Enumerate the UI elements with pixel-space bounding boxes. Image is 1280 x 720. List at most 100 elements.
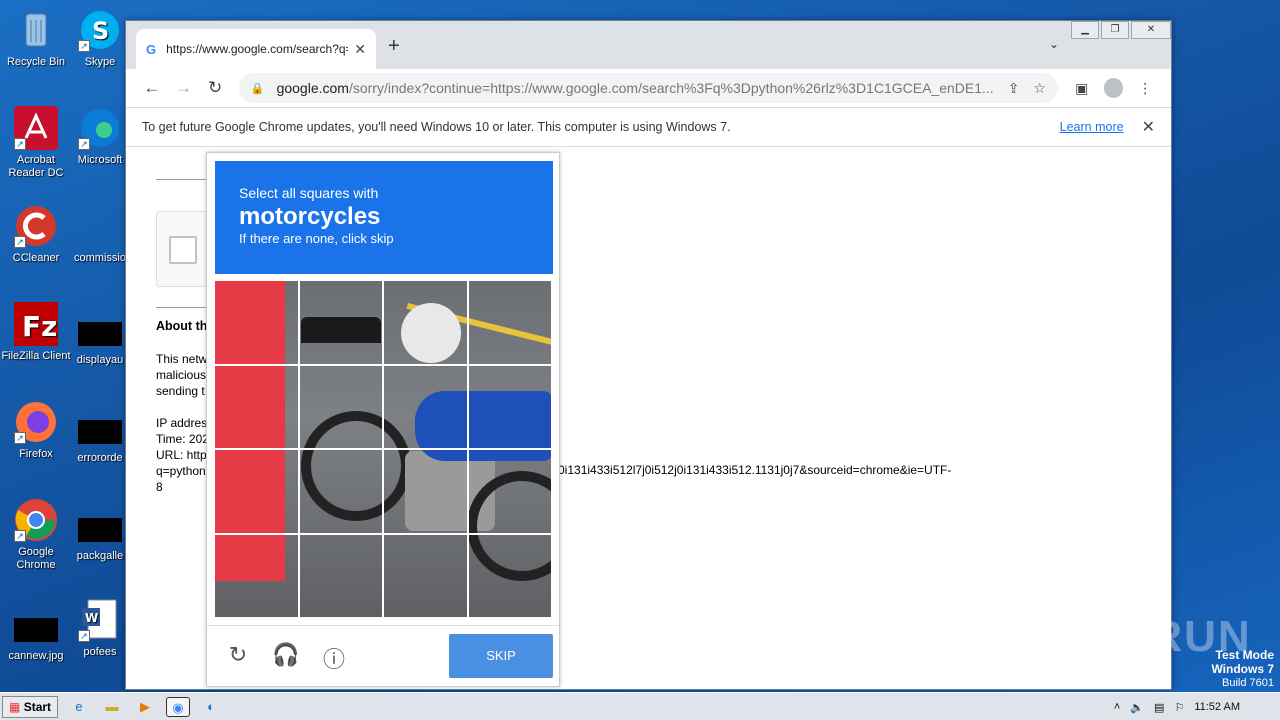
volume-icon[interactable]: 🔈 <box>1130 701 1144 714</box>
grid-tile-4[interactable] <box>468 281 553 366</box>
forward-button[interactable]: → <box>168 78 200 98</box>
about-paragraph: This netw malicious sending t <box>156 352 208 398</box>
challenge-target: motorcycles <box>239 203 381 230</box>
window-controls: ▁ ❐ ✕ <box>1069 21 1171 39</box>
grid-tile-1[interactable] <box>215 281 300 366</box>
recaptcha-challenge: Select all squares with motorcycles If t… <box>206 152 560 687</box>
system-tray: ˄ 🔈 ▤ ⚐ 11:52 AM <box>1104 693 1280 720</box>
info-icon[interactable]: ⓘ <box>319 642 349 674</box>
explorer-taskbar-icon[interactable]: ▬ <box>100 697 124 717</box>
tray-chevron-icon[interactable]: ˄ <box>1114 701 1120 713</box>
grid-tile-9[interactable] <box>215 450 300 535</box>
skype-icon: S ↗ <box>78 8 122 52</box>
grid-tile-11[interactable] <box>384 450 469 535</box>
recaptcha-checkbox[interactable] <box>169 236 197 264</box>
chrome-icon: ↗ <box>14 498 58 542</box>
desktop-icon-label: cannew.jpg <box>8 650 64 662</box>
infobar-close-icon[interactable]: ✕ <box>1142 117 1155 137</box>
grid-tile-10[interactable] <box>299 450 384 535</box>
start-button[interactable]: ▦ Start <box>2 695 59 718</box>
desktop-icon-filezilla[interactable]: Fz FileZilla Client <box>0 302 72 363</box>
network-icon[interactable]: ▤ <box>1154 701 1164 714</box>
desktop-icon-cannew[interactable]: cannew.jpg <box>0 608 72 663</box>
word-doc-icon: W ↗ <box>78 598 122 642</box>
grid-tile-5[interactable] <box>215 365 300 450</box>
acrobat-icon: ↗ <box>14 106 58 150</box>
grid-tile-14[interactable] <box>299 534 384 619</box>
test-mode-label: Test Mode Windows 7 Build 7601 <box>1211 648 1274 689</box>
desktop-icon-acrobat[interactable]: ↗ Acrobat Reader DC <box>0 106 72 180</box>
grid-tile-12[interactable] <box>468 450 553 535</box>
desktop-icon-label: Google Chrome <box>16 546 56 571</box>
filezilla-icon: Fz <box>14 302 58 346</box>
action-center-flag-icon[interactable]: ⚐ <box>1174 701 1184 714</box>
audio-challenge-icon[interactable]: 🎧 <box>271 642 301 668</box>
learn-more-link[interactable]: Learn more <box>1060 120 1124 134</box>
about-heading: About th <box>156 319 208 333</box>
recycle-bin-icon <box>14 8 58 52</box>
address-bar[interactable]: 🔒 google.com/sorry/index?continue=https:… <box>238 73 1058 103</box>
chrome-taskbar-icon[interactable]: ◉ <box>166 696 191 717</box>
grid-tile-2[interactable] <box>299 281 384 366</box>
grid-tile-15[interactable] <box>384 534 469 619</box>
ie-taskbar-icon[interactable]: e <box>67 697 91 717</box>
desktop-icon-recycle-bin[interactable]: Recycle Bin <box>0 8 72 69</box>
svg-text:Fz: Fz <box>22 310 57 343</box>
challenge-header: Select all squares with motorcycles If t… <box>215 161 553 274</box>
tab-close-icon[interactable]: ✕ <box>354 41 366 58</box>
grid-tile-16[interactable] <box>468 534 553 619</box>
edge-icon: ↗ <box>78 106 122 150</box>
tab-title: https://www.google.com/search?q= <box>166 42 349 56</box>
taskbar: ▦ Start e ▬ ▶ ◉ ◐ ˄ 🔈 ▤ ⚐ 11:52 AM <box>0 692 1280 720</box>
skip-button[interactable]: SKIP <box>449 634 553 678</box>
tab-google-search[interactable]: G https://www.google.com/search?q= ✕ <box>136 29 376 69</box>
svg-text:S: S <box>92 17 109 45</box>
desktop-icon-label: Firefox <box>19 448 53 460</box>
share-icon[interactable]: ⇪ <box>1008 80 1020 97</box>
grid-tile-6[interactable] <box>299 365 384 450</box>
side-panel-icon[interactable]: ▣ <box>1066 80 1098 97</box>
desktop-icon-label: FileZilla Client <box>1 350 71 362</box>
tab-search-chevron-icon[interactable]: ⌄ <box>1049 37 1059 51</box>
infobar-message: To get future Google Chrome updates, you… <box>142 120 731 134</box>
update-infobar: To get future Google Chrome updates, you… <box>126 107 1171 147</box>
back-button[interactable]: ← <box>136 78 168 98</box>
new-tab-button[interactable]: + <box>388 35 400 58</box>
reload-button[interactable]: ↻ <box>199 78 231 98</box>
file-icon <box>78 322 122 346</box>
desktop-icon-firefox[interactable]: ↗ Firefox <box>0 400 72 461</box>
file-icon <box>78 204 122 248</box>
minimize-button[interactable]: ▁ <box>1071 21 1099 39</box>
ip-info: IP addres Time: 202 URL: http q=python 8 <box>156 416 209 494</box>
challenge-footer: ↻ 🎧 ⓘ SKIP <box>207 625 559 687</box>
browser-toolbar: ← → ↻ 🔒 google.com/sorry/index?continue=… <box>126 69 1171 107</box>
profile-avatar-icon[interactable] <box>1103 78 1124 98</box>
svg-text:W: W <box>85 611 98 625</box>
grid-tile-7[interactable] <box>384 365 469 450</box>
edge-taskbar-icon[interactable]: ◐ <box>199 697 223 717</box>
menu-kebab-icon[interactable]: ⋮ <box>1129 80 1161 97</box>
desktop-icon-chrome[interactable]: ↗ Google Chrome <box>0 498 72 572</box>
tab-strip: G https://www.google.com/search?q= ✕ + ⌄… <box>126 21 1171 69</box>
grid-tile-8[interactable] <box>468 365 553 450</box>
restore-button[interactable]: ❐ <box>1101 21 1129 39</box>
desktop-icon-ccleaner[interactable]: ↗ CCleaner <box>0 204 72 265</box>
file-icon <box>78 518 122 542</box>
challenge-image-grid <box>215 281 553 619</box>
grid-tile-13[interactable] <box>215 534 300 619</box>
grid-tile-3[interactable] <box>384 281 469 366</box>
file-icon <box>78 420 122 444</box>
desktop-icon-label: Recycle Bin <box>6 56 66 68</box>
ccleaner-icon: ↗ <box>14 204 58 248</box>
url-tail-text: 0i131i433i512l7j0i512j0i131i433i512.1131… <box>558 463 952 477</box>
windows-logo-icon: ▦ <box>9 699 21 714</box>
close-window-button[interactable]: ✕ <box>1131 21 1171 39</box>
desktop-icon-label: CCleaner <box>12 252 60 264</box>
bookmark-star-icon[interactable]: ☆ <box>1033 80 1046 97</box>
reload-challenge-icon[interactable]: ↻ <box>223 642 253 668</box>
challenge-instruction: Select all squares with <box>239 185 379 201</box>
media-player-taskbar-icon[interactable]: ▶ <box>133 697 157 717</box>
lock-icon[interactable]: 🔒 <box>251 82 265 95</box>
firefox-icon: ↗ <box>14 400 58 444</box>
clock[interactable]: 11:52 AM <box>1194 701 1240 713</box>
